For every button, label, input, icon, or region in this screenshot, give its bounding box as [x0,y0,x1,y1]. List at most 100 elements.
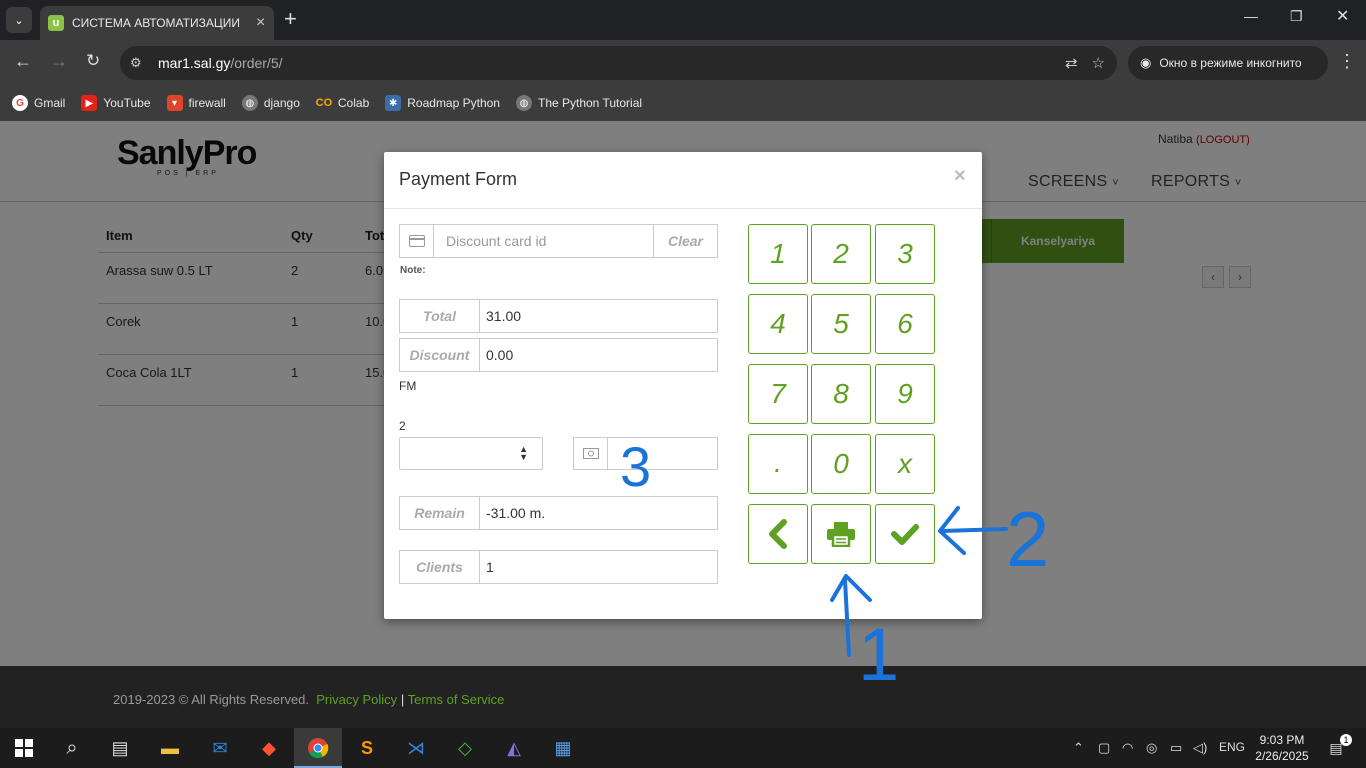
discount-label: Discount [400,339,480,371]
browser-tab[interactable]: u СИСТЕМА АВТОМАТИЗАЦИИ × [40,6,274,40]
discount-card-group: Discount card id Clear [399,224,718,258]
file-explorer-icon[interactable]: ▬ [156,734,184,762]
discount-field[interactable]: 0.00 [480,339,717,371]
terms-of-service-link[interactable]: Terms of Service [408,692,505,707]
notifications-icon[interactable]: ▤ 1 [1322,734,1352,762]
total-group: Total 31.00 [399,299,718,333]
bookmark-colab[interactable]: CO Colab [315,95,370,111]
url-host: mar1.sal.gy [158,55,231,71]
remain-label: Remain [400,497,480,529]
new-tab-icon[interactable]: + [284,8,297,30]
puzzle-icon: ✱ [385,95,402,111]
checkmark-icon [891,524,919,545]
key-3[interactable]: 3 [875,224,935,284]
window-close-icon[interactable]: ✕ [1336,6,1349,26]
modal-close-icon[interactable]: × [954,165,966,188]
footer-separator: | [400,692,405,707]
chrome-icon[interactable] [304,734,332,762]
chevron-left-icon [769,519,787,549]
confirm-button[interactable] [875,504,935,564]
money-icon [574,438,608,469]
total-field[interactable]: 31.00 [480,300,717,332]
bookmark-roadmap-python[interactable]: ✱ Roadmap Python [385,95,500,111]
obsidian-icon[interactable]: ◭ [500,734,528,762]
clock-time: 9:03 PM [1259,733,1305,747]
tab-search-button[interactable]: ⌄ [6,7,32,33]
reload-icon[interactable]: ↻ [86,51,100,71]
browser-menu-icon[interactable]: ⋮ [1338,51,1356,72]
back-icon[interactable]: ← [14,51,32,71]
privacy-policy-link[interactable]: Privacy Policy [316,692,397,707]
back-button[interactable] [748,504,808,564]
language-indicator[interactable]: ENG [1219,740,1245,754]
volume-icon[interactable]: ◁) [1193,740,1207,756]
bookmark-firewall[interactable]: ▾ firewall [166,95,226,111]
youtube-icon: ▶ [81,95,98,111]
cash-amount-group [573,437,718,470]
browser-tab-bar: ⌄ u СИСТЕМА АВТОМАТИЗАЦИИ × + — ❐ ✕ [0,0,1366,40]
remain-field[interactable]: -31.00 m. [480,497,717,529]
key-clear-x[interactable]: x [875,434,935,494]
site-favicon: u [48,15,64,31]
bookmarks-bar: G Gmail ▶ YouTube ▾ firewall ◍ django CO Cola… [0,85,1366,121]
bookmark-python-tutorial[interactable]: ◍ The Python Tutorial [515,95,642,111]
bookmark-youtube[interactable]: ▶ YouTube [81,95,151,111]
colab-icon: CO [315,97,333,109]
payment-type-select[interactable]: ▲ ▼ [399,437,543,470]
globe-icon: ◍ [241,95,258,111]
bookmark-star-icon[interactable]: ☆ [1092,54,1105,72]
browser-toolbar: ← → ↻ ⚙ mar1.sal.gy/order/5/ ⇄ ☆ ◉ Окно … [0,40,1366,85]
print-button[interactable] [811,504,871,564]
system-clock[interactable]: 9:03 PM 2/26/2025 [1252,732,1312,764]
windows-start-icon[interactable] [10,734,38,762]
key-9[interactable]: 9 [875,364,935,424]
windows-taskbar: ⌕ ▤ ▬ ✉ ◆ S ⋊ ◇ ◭ ▦ ⌃ ▢ ◠ ◎ ▭ ◁) ENG 9:0… [0,728,1366,768]
notification-count: 1 [1340,734,1352,746]
currency-label: FM [399,379,417,393]
incognito-indicator[interactable]: ◉ Окно в режиме инкогнито [1128,46,1328,80]
key-8[interactable]: 8 [811,364,871,424]
key-7[interactable]: 7 [748,364,808,424]
footer-copyright: 2019-2023 © All Rights Reserved. [113,692,310,707]
search-icon[interactable]: ⌕ [58,734,86,762]
network-icon[interactable]: ◎ [1146,740,1157,756]
bookmark-django[interactable]: ◍ django [241,95,300,111]
forward-icon[interactable]: → [50,51,68,71]
close-tab-icon[interactable]: × [256,14,265,32]
key-1[interactable]: 1 [748,224,808,284]
select-arrows-icon: ▲ ▼ [519,444,528,462]
site-settings-icon[interactable]: ⚙ [130,55,154,71]
key-decimal[interactable]: . [748,434,808,494]
task-view-icon[interactable]: ▤ [106,734,134,762]
bookmark-gmail[interactable]: G Gmail [12,95,65,111]
discount-card-input[interactable]: Discount card id [434,225,653,257]
sublime-text-icon[interactable]: S [353,734,381,762]
vscode-icon[interactable]: ⋊ [402,734,430,762]
key-5[interactable]: 5 [811,294,871,354]
clear-button[interactable]: Clear [653,225,717,257]
key-6[interactable]: 6 [875,294,935,354]
device-icon[interactable]: ▢ [1098,740,1110,756]
clients-label: Clients [400,551,480,583]
git-icon[interactable]: ◇ [451,734,479,762]
key-2[interactable]: 2 [811,224,871,284]
show-hidden-icons[interactable]: ⌃ [1073,740,1084,756]
modal-header: Payment Form × [384,152,982,209]
translate-icon[interactable]: ⇄ [1065,54,1078,72]
cash-amount-input[interactable] [608,438,717,469]
mail-icon[interactable]: ✉ [206,734,234,762]
globe-icon: ◍ [515,95,532,111]
maximize-icon[interactable]: ❐ [1290,8,1303,25]
brave-browser-icon[interactable]: ◆ [255,734,283,762]
wifi-icon[interactable]: ◠ [1122,740,1133,756]
address-bar[interactable]: ⚙ mar1.sal.gy/order/5/ ⇄ ☆ [120,46,1117,80]
key-4[interactable]: 4 [748,294,808,354]
minimize-icon[interactable]: — [1244,8,1258,24]
battery-icon[interactable]: ▭ [1170,740,1182,756]
microsoft-store-icon[interactable]: ▦ [549,734,577,762]
site-footer: 2019-2023 © All Rights Reserved. Privacy… [0,666,1366,728]
printer-icon [827,522,855,547]
key-0[interactable]: 0 [811,434,871,494]
credit-card-icon [400,225,434,257]
clients-field[interactable]: 1 [480,551,717,583]
